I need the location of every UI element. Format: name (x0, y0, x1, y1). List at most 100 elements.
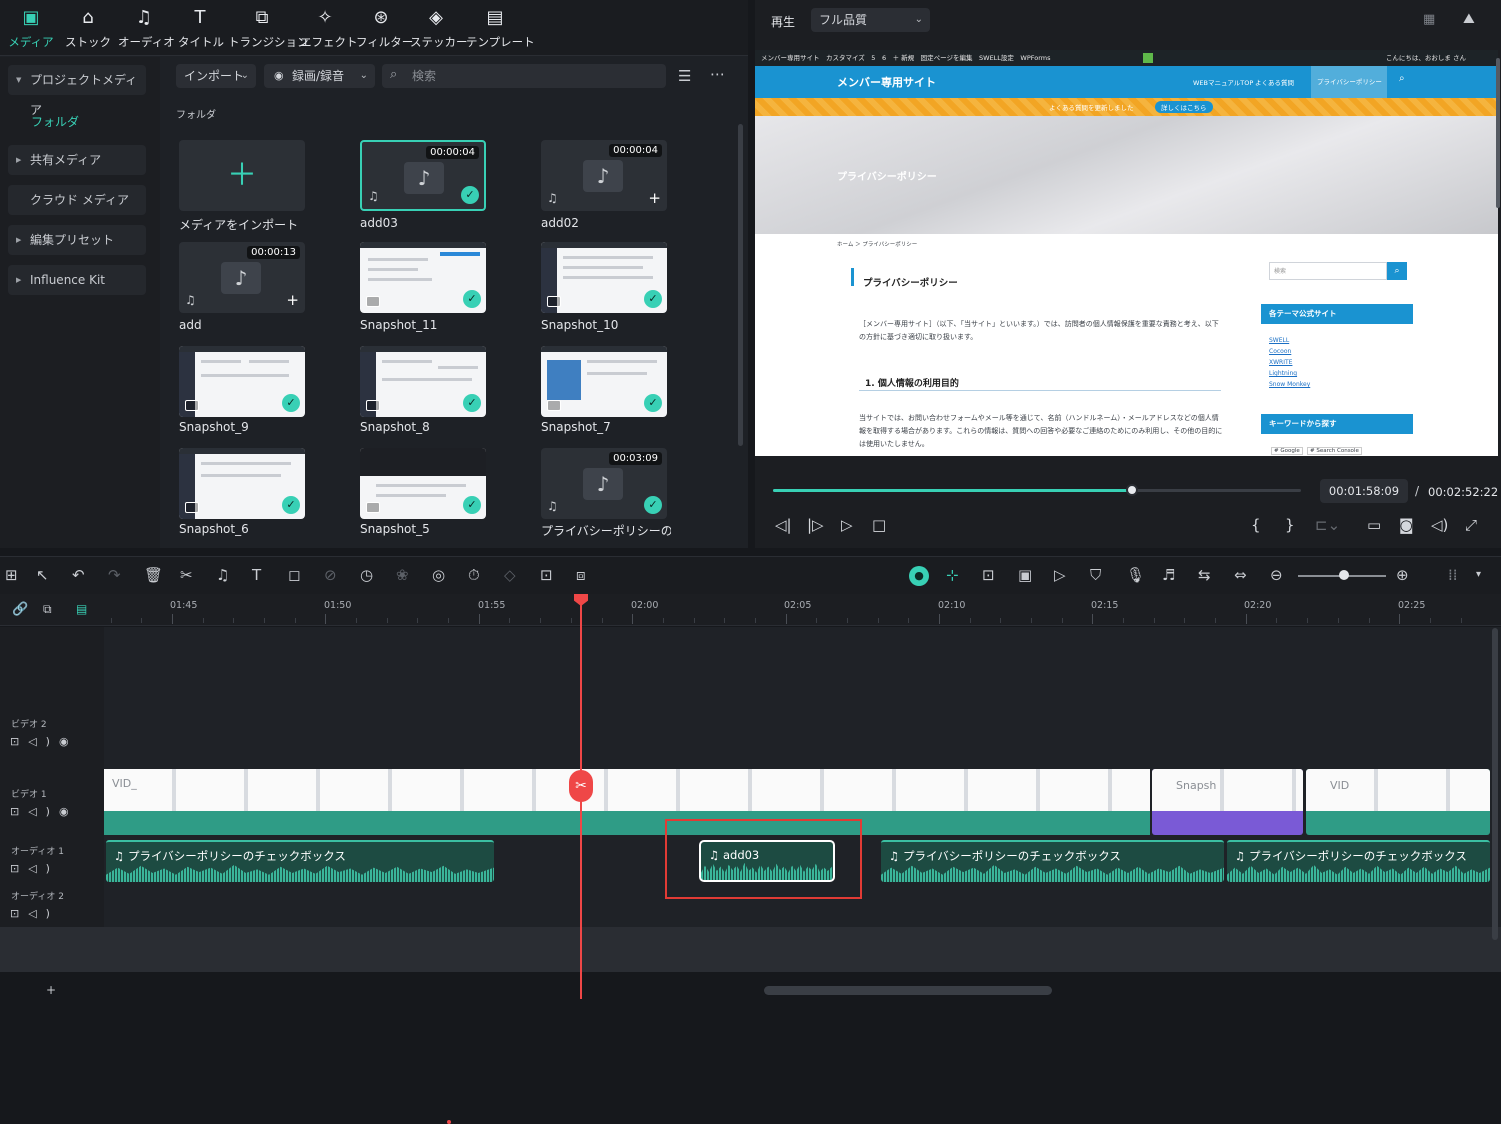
timeline-ruler[interactable]: 🔗 ⧉ ▤ 01:45 01:50 01:55 02:00 02:05 02:1… (0, 594, 1501, 626)
audio2-controls[interactable]: ⊡◁) (10, 907, 59, 920)
mask-icon[interactable]: ⊘ (324, 566, 337, 584)
tab-media[interactable]: ▣ メディア (8, 6, 54, 52)
media-item-snapshot-11[interactable]: ✓ (360, 242, 486, 313)
prev-frame-icon[interactable]: ◁| (775, 516, 792, 534)
media-item-snapshot-7[interactable]: ✓ (541, 346, 667, 417)
select-tool-icon[interactable]: ↖ (36, 566, 49, 584)
quality-dropdown[interactable]: フル品質 ⌄ (811, 8, 930, 32)
undo-icon[interactable]: ↶ (72, 566, 85, 584)
add-track-icon[interactable]: + (46, 983, 56, 997)
video-clip-vid-2[interactable]: VID (1306, 769, 1490, 835)
speed-icon[interactable]: ◷ (360, 566, 373, 584)
translate-icon[interactable]: ⧈ (576, 566, 586, 584)
shield-icon[interactable]: ⛉ (1090, 566, 1101, 584)
add-to-timeline-icon[interactable]: + (648, 189, 661, 207)
preview-video[interactable]: メンバー専用サイト カスタマイズ 5 6 ＋ 新規 固定ページを編集 SWELL… (755, 50, 1498, 456)
zoom-in-icon[interactable]: ⊕ (1396, 566, 1409, 584)
import-media-tile[interactable]: ＋ (179, 140, 305, 211)
audio-mixer-icon[interactable]: ♬ (1162, 566, 1175, 584)
media-item-snapshot-10[interactable]: ✓ (541, 242, 667, 313)
display-icon[interactable]: ▭ (1367, 516, 1381, 534)
track-layout-icon[interactable]: ▤ (76, 602, 87, 616)
render-preview-icon[interactable]: ● (909, 566, 929, 586)
progress-handle[interactable] (1126, 484, 1139, 496)
video-clip-vid[interactable]: VID_ (104, 769, 1150, 835)
color-icon[interactable]: ❀ (396, 566, 409, 584)
redo-icon[interactable]: ↷ (108, 566, 121, 584)
audio1-controls[interactable]: ⊡◁) (10, 862, 59, 875)
audio-clip-privacy-1[interactable]: ♫ プライバシーポリシーのチェックボックス (106, 840, 494, 882)
more-options-icon[interactable]: ⋯ (710, 65, 725, 83)
media-item-snapshot-5[interactable]: ✓ (360, 448, 486, 519)
media-item-snapshot-9[interactable]: ✓ (179, 346, 305, 417)
import-dropdown[interactable]: インポート ⌄ (176, 64, 256, 88)
record-dropdown[interactable]: ◉ 録画/録音 ⌄ (264, 64, 375, 88)
sidebar-item-project-media[interactable]: ▼ プロジェクトメディア (8, 65, 146, 117)
tab-effect[interactable]: ✧ エフェクト (300, 6, 358, 52)
sidebar-item-shared-media[interactable]: ▶ 共有メディア (8, 145, 146, 175)
keyframe-icon[interactable]: ◇ (504, 566, 516, 584)
add-to-timeline-icon[interactable]: + (286, 291, 299, 309)
media-item-privacy-checkbox[interactable]: 00:03:09 ♪ ♫ ✓ (541, 448, 667, 519)
media-item-snapshot-8[interactable]: ✓ (360, 346, 486, 417)
replace-icon[interactable]: ⇆ (1198, 566, 1211, 584)
zoom-slider-handle[interactable] (1339, 570, 1349, 580)
sidebar-item-edit-presets[interactable]: ▶ 編集プリセット (8, 225, 146, 255)
stop-icon[interactable]: □ (872, 516, 886, 534)
zoom-out-icon[interactable]: ⊖ (1270, 566, 1283, 584)
grid-view-icon[interactable]: ▦ (1423, 12, 1435, 27)
tab-filter[interactable]: ⊛ フィルター (356, 6, 413, 52)
play-icon[interactable]: ▷ (841, 516, 853, 534)
sidebar-item-folder[interactable]: フォルダ (31, 113, 79, 130)
mark-in-icon[interactable]: { (1251, 516, 1261, 534)
preview-scrollbar[interactable] (1496, 58, 1500, 208)
tab-title[interactable]: T タイトル (178, 6, 224, 52)
timeline-vertical-scrollbar[interactable] (1492, 628, 1498, 940)
microphone-icon[interactable]: 🎙 (1126, 566, 1145, 584)
next-frame-icon[interactable]: |▷ (807, 516, 824, 534)
filter-sort-icon[interactable]: ☰ (678, 67, 691, 85)
insert-icon[interactable]: ⊏⌄ (1315, 516, 1340, 534)
audio-clip-privacy-3[interactable]: ♫ プライバシーポリシーのチェックボックス (1227, 840, 1490, 882)
audio-clip-privacy-2[interactable]: ♫ プライバシーポリシーのチェックボックス (881, 840, 1224, 882)
video2-controls[interactable]: ⊡◁)◉ (10, 735, 78, 748)
search-input[interactable] (412, 64, 652, 88)
crop-icon[interactable]: ◻ (288, 566, 300, 584)
snapshot-camera-icon[interactable]: ◙ (1399, 516, 1414, 534)
video-clip-snapshot[interactable]: Snapsh (1152, 769, 1303, 835)
mark-out-icon[interactable]: } (1285, 516, 1295, 534)
tab-audio[interactable]: ♫ オーディオ (118, 6, 175, 52)
grid-menu-icon[interactable]: ⁞⁞ (1448, 566, 1458, 584)
layout-icon[interactable]: ⊞ (5, 566, 18, 584)
scope-icon[interactable]: ⛰ (1463, 11, 1475, 27)
auto-caption-icon[interactable]: ⊡ (540, 566, 553, 584)
audio-edit-icon[interactable]: ♫ (216, 566, 229, 584)
group-icon[interactable]: ⧉ (43, 602, 52, 617)
tab-sticker[interactable]: ◈ ステッカー (410, 6, 468, 52)
ai-cut-icon[interactable]: ⊡ (982, 566, 995, 584)
current-time[interactable]: 00:01:58:09 (1320, 479, 1408, 503)
tab-template[interactable]: ▤ テンプレート (466, 6, 535, 52)
tab-stock[interactable]: ⌂ ストック (64, 6, 112, 52)
volume-icon[interactable]: ◁) (1431, 516, 1448, 534)
timeline-horizontal-scrollbar[interactable] (764, 986, 1052, 995)
media-scrollbar[interactable] (738, 124, 743, 446)
chevron-down-icon[interactable]: ▾ (1476, 569, 1481, 580)
scissors-icon[interactable]: ✂ (569, 770, 593, 802)
tab-transition[interactable]: ⧉ トランジション (228, 6, 309, 52)
split-scissors-icon[interactable]: ✂ (180, 566, 193, 584)
media-item-add[interactable]: 00:00:13 ♪ ♫ + (179, 242, 305, 313)
timer-icon[interactable]: ⏱ (468, 566, 480, 584)
ai-audio-icon[interactable]: ▣ (1018, 566, 1032, 584)
ai-tool-icon[interactable]: ◎ (432, 566, 445, 584)
play-range-icon[interactable]: ▷ (1054, 566, 1066, 584)
delete-icon[interactable]: 🗑 (144, 566, 163, 584)
media-item-add03[interactable]: 00:00:04 ♪ ♫ ✓ (360, 140, 486, 211)
media-item-snapshot-6[interactable]: ✓ (179, 448, 305, 519)
sidebar-item-influence-kit[interactable]: ▶ Influence Kit (8, 265, 146, 295)
sidebar-item-cloud-media[interactable]: クラウド メディア (8, 185, 146, 215)
video1-controls[interactable]: ⊡◁)◉ (10, 805, 78, 818)
fit-icon[interactable]: ⇔ (1234, 566, 1247, 584)
link-icon[interactable]: 🔗 (12, 602, 28, 617)
fullscreen-icon[interactable]: ⤢ (1465, 516, 1477, 534)
